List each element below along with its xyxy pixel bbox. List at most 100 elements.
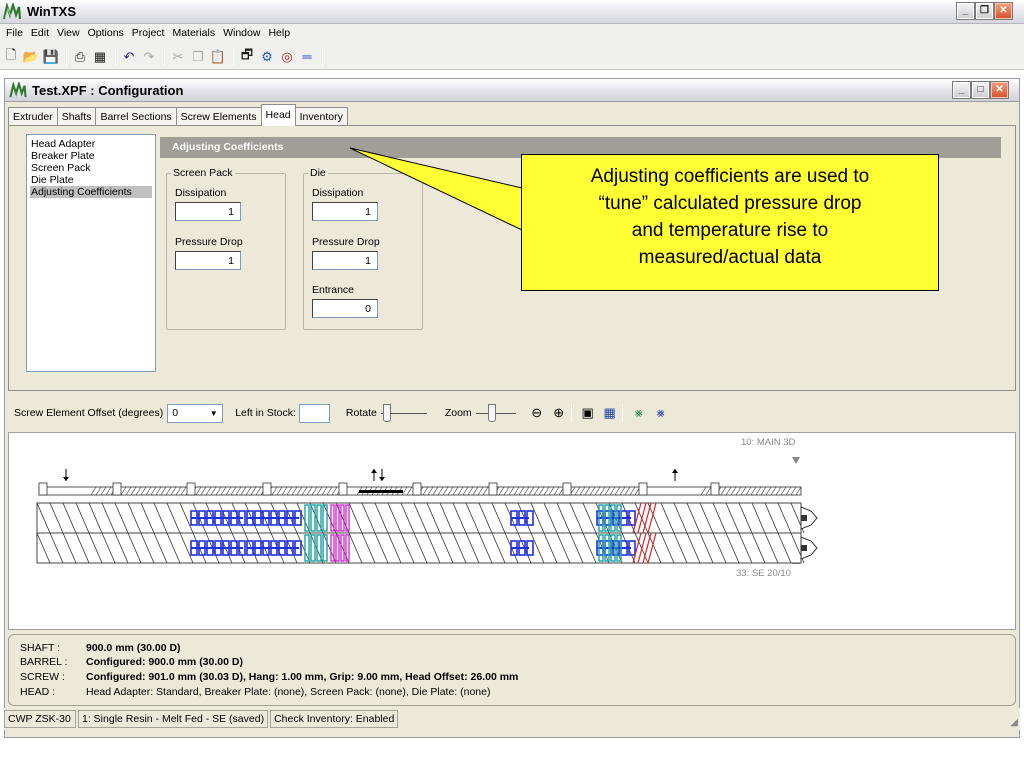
hatch-line bbox=[281, 486, 288, 496]
toolbar-separator bbox=[570, 404, 572, 422]
list-item-screen-pack[interactable]: Screen Pack bbox=[30, 162, 152, 174]
save-icon[interactable]: 💾 bbox=[42, 48, 60, 66]
config-tabs: Extruder Shafts Barrel Sections Screw El… bbox=[8, 104, 348, 126]
resize-grip-icon[interactable]: ◢ bbox=[1010, 717, 1018, 728]
tab-shafts[interactable]: Shafts bbox=[56, 107, 97, 126]
menu-view[interactable]: View bbox=[55, 24, 86, 44]
screw-offset-select[interactable]: 0 ▼ bbox=[167, 403, 224, 423]
zoom-slider[interactable] bbox=[475, 402, 516, 424]
hatch-line bbox=[326, 486, 333, 496]
hatch-line bbox=[165, 486, 172, 496]
hatch-line bbox=[750, 486, 757, 496]
zoom-out-icon[interactable]: ⊖ bbox=[528, 404, 546, 422]
hatch-line bbox=[579, 486, 586, 496]
list-item-adjusting-coefficients[interactable]: Adjusting Coefficients bbox=[30, 186, 152, 198]
hatch-line bbox=[775, 486, 782, 496]
image-view-icon[interactable]: ▣ bbox=[579, 404, 597, 422]
die-pressure-drop-input[interactable] bbox=[312, 251, 378, 270]
menu-file[interactable]: File bbox=[4, 24, 29, 44]
hatch-line bbox=[462, 486, 469, 496]
menu-bar: File Edit View Options Project Materials… bbox=[0, 24, 1024, 44]
hatch-line bbox=[235, 486, 242, 496]
tab-barrel-sections[interactable]: Barrel Sections bbox=[95, 107, 177, 126]
hatch-line bbox=[301, 486, 308, 496]
list-item-head-adapter[interactable]: Head Adapter bbox=[30, 138, 152, 150]
screen-pack-pressure-drop-label: Pressure Drop bbox=[175, 236, 243, 248]
new-document-icon[interactable]: 🗋 bbox=[2, 47, 20, 66]
list-item-breaker-plate[interactable]: Breaker Plate bbox=[30, 150, 152, 162]
properties-icon[interactable]: 🗗 bbox=[238, 47, 256, 66]
zoom-slider-thumb[interactable] bbox=[487, 404, 496, 422]
toolbar-separator bbox=[322, 47, 323, 66]
child-close-button[interactable]: ✕ bbox=[990, 81, 1009, 99]
child-maximize-button[interactable]: □ bbox=[971, 81, 990, 99]
hatch-line bbox=[795, 486, 802, 496]
screw-drawing: 10: MAIN 3D 33: SE 20/10 bbox=[36, 437, 818, 579]
table-view-icon[interactable]: ▦ bbox=[601, 404, 619, 422]
menu-help[interactable]: Help bbox=[266, 24, 296, 44]
undo-icon[interactable]: ↶ bbox=[120, 48, 138, 66]
zoom-in-icon[interactable]: ⊕ bbox=[550, 404, 568, 422]
hatch-line bbox=[100, 486, 107, 496]
print-preview-icon[interactable]: ▦ bbox=[91, 48, 109, 66]
equals-icon[interactable]: ═ bbox=[298, 48, 316, 66]
hatch-line bbox=[286, 486, 293, 496]
tab-head[interactable]: Head bbox=[260, 104, 296, 126]
close-button[interactable]: ✕ bbox=[994, 2, 1013, 20]
screen-pack-pressure-drop-input[interactable] bbox=[175, 251, 241, 270]
menu-materials[interactable]: Materials bbox=[170, 24, 221, 44]
list-item-die-plate[interactable]: Die Plate bbox=[30, 174, 152, 186]
menu-options[interactable]: Options bbox=[86, 24, 130, 44]
child-minimize-button[interactable]: _ bbox=[952, 81, 971, 99]
hatch-line bbox=[175, 486, 182, 496]
cut-icon[interactable]: ✂ bbox=[169, 48, 187, 66]
menu-project[interactable]: Project bbox=[130, 24, 171, 44]
screw-icon[interactable]: ⨳ bbox=[630, 404, 648, 422]
barrel-section bbox=[266, 486, 343, 496]
hatch-line bbox=[145, 486, 152, 496]
callout-line: and temperature rise to bbox=[631, 220, 829, 241]
die-legend: Die bbox=[310, 167, 326, 179]
chevron-down-icon[interactable]: ▼ bbox=[207, 407, 220, 420]
hatch-line bbox=[725, 486, 732, 496]
head-item-list[interactable]: Head Adapter Breaker Plate Screen Pack D… bbox=[26, 134, 156, 372]
status-project: 1: Single Resin - Melt Fed - SE (saved) bbox=[78, 710, 269, 728]
tab-inventory[interactable]: Inventory bbox=[294, 107, 348, 126]
screw-row: SCREW : Configured: 901.0 mm (30.03 D), … bbox=[20, 671, 518, 685]
rotate-slider-thumb[interactable] bbox=[382, 404, 391, 422]
die-dissipation-input[interactable] bbox=[312, 202, 378, 221]
paste-icon[interactable]: 📋 bbox=[209, 48, 227, 66]
open-folder-icon[interactable]: 📂 bbox=[22, 48, 40, 66]
menu-edit[interactable]: Edit bbox=[29, 24, 55, 44]
tab-extruder[interactable]: Extruder bbox=[8, 107, 58, 126]
hatch-line bbox=[150, 486, 157, 496]
head-row: HEAD : Head Adapter: Standard, Breaker P… bbox=[20, 686, 490, 700]
minimize-button[interactable]: _ bbox=[956, 2, 975, 20]
hatch-line bbox=[624, 486, 631, 496]
hatch-line bbox=[457, 486, 464, 496]
barrel-section bbox=[412, 486, 489, 496]
barrel-icon[interactable]: ⨳ bbox=[652, 404, 670, 422]
redo-icon[interactable]: ↷ bbox=[140, 48, 158, 66]
restore-button[interactable]: ❐ bbox=[975, 2, 994, 20]
main-toolbar: 🗋 📂 💾 ⎙ ▦ ↶ ↷ ✂ ❐ 📋 🗗 ⚙ ◎ ═ bbox=[0, 44, 1024, 70]
rotate-slider[interactable] bbox=[380, 402, 427, 424]
die-entrance-input[interactable] bbox=[312, 299, 378, 318]
hatch-line bbox=[700, 486, 707, 496]
screen-pack-dissipation-input[interactable] bbox=[175, 202, 241, 221]
drawing-top-label: 10: MAIN 3D bbox=[741, 437, 796, 448]
menu-window[interactable]: Window bbox=[221, 24, 266, 44]
toolbar-separator bbox=[115, 47, 116, 66]
hatch-line bbox=[200, 486, 207, 496]
hatch-line bbox=[533, 486, 540, 496]
barrel-outline bbox=[38, 469, 802, 496]
hatch-line bbox=[594, 486, 601, 496]
copy-icon[interactable]: ❐ bbox=[189, 48, 207, 66]
help-wheel-icon[interactable]: ◎ bbox=[278, 48, 296, 66]
screw-drawing-canvas[interactable]: 10: MAIN 3D 33: SE 20/10 bbox=[8, 432, 1016, 630]
calculate-icon[interactable]: ⚙ bbox=[258, 48, 276, 66]
tab-screw-elements[interactable]: Screw Elements bbox=[175, 107, 262, 126]
print-icon[interactable]: ⎙ bbox=[71, 48, 89, 66]
hatch-line bbox=[271, 486, 278, 496]
toolbar-separator bbox=[66, 47, 67, 66]
